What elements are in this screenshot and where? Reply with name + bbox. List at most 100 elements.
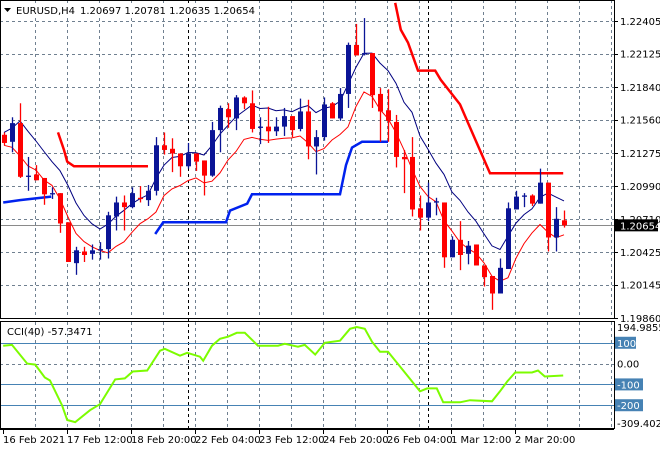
bear-candle[interactable] [18, 103, 23, 178]
candle-body [274, 126, 279, 132]
bear-candle[interactable] [474, 244, 479, 266]
grid [0, 0, 614, 428]
candle-body [458, 239, 463, 255]
bull-candle[interactable] [74, 246, 79, 275]
bull-candle[interactable] [146, 184, 151, 206]
bull-candle[interactable] [450, 236, 455, 258]
bear-candle[interactable] [250, 90, 255, 133]
cci-indicator[interactable] [0, 325, 614, 424]
bear-candle[interactable] [58, 193, 63, 233]
cci-level-label: 0.00 [617, 360, 639, 371]
bull-candle[interactable] [346, 42, 351, 108]
bear-candle[interactable] [290, 116, 295, 138]
bear-candle[interactable] [306, 99, 311, 160]
time-tick-label: 2 Mar 20:00 [515, 435, 575, 446]
bull-candle[interactable] [338, 88, 343, 121]
time-tick-label: 16 Feb 2021 [3, 435, 65, 446]
bear-candle[interactable] [162, 132, 167, 155]
candle-body [34, 174, 39, 181]
bull-candle[interactable] [554, 207, 559, 252]
bear-candle[interactable] [386, 89, 391, 142]
ohlc-label: 1.20697 1.20781 1.20635 1.20654 [80, 6, 255, 17]
bull-candle[interactable] [154, 137, 159, 196]
candle-body [90, 250, 95, 254]
bull-candle[interactable] [466, 240, 471, 265]
bear-candle[interactable] [394, 114, 399, 168]
period-separators [188, 0, 429, 428]
bull-candle[interactable] [362, 18, 367, 56]
bull-candle[interactable] [498, 258, 503, 294]
bear-candle[interactable] [66, 222, 71, 262]
candle-body [146, 190, 151, 201]
price-tick-label: 1.20425 [620, 248, 660, 259]
bear-candle[interactable] [42, 177, 47, 205]
bull-candle[interactable] [506, 202, 511, 269]
cci-level-label: -200 [617, 401, 640, 412]
bull-candle[interactable] [426, 182, 431, 222]
bear-candle[interactable] [458, 221, 463, 271]
bear-candle[interactable] [266, 106, 271, 143]
candle-body [170, 148, 175, 154]
chart-window[interactable]: 1.22405 1.22125 1.21840 1.21560 1.21275 1.209… [0, 0, 660, 450]
candlesticks[interactable] [2, 18, 567, 310]
bear-candle[interactable] [194, 153, 199, 171]
time-tick-label: 22 Feb 04:00 [195, 435, 261, 446]
bull-candle[interactable] [26, 156, 31, 191]
bull-candle[interactable] [186, 142, 191, 169]
candle-body [98, 249, 103, 251]
bull-candle[interactable] [298, 98, 303, 132]
candle-body [258, 126, 263, 128]
bear-candle[interactable] [226, 103, 231, 128]
bull-candle[interactable] [322, 97, 327, 141]
bull-candle[interactable] [234, 95, 239, 131]
bull-candle[interactable] [90, 244, 95, 260]
bear-candle[interactable] [202, 160, 207, 196]
candle-body [498, 267, 503, 294]
candle-body [250, 103, 255, 129]
candle-body [474, 244, 479, 266]
time-tick-label: 26 Feb 04:00 [387, 435, 453, 446]
candle-body [362, 53, 367, 55]
bull-candle[interactable] [218, 105, 223, 153]
candle-body [338, 93, 343, 119]
cci-min-label: -309.4024 [617, 419, 660, 430]
bear-candle[interactable] [82, 246, 87, 262]
bull-candle[interactable] [130, 187, 135, 209]
bull-candle[interactable] [210, 121, 215, 177]
candle-body [266, 126, 271, 132]
cci-axis: 194.9855 -309.4024 100 0.00 -100 -200 [615, 323, 660, 430]
candle-body [514, 196, 519, 210]
bear-candle[interactable] [442, 202, 447, 268]
time-axis[interactable]: 16 Feb 2021 17 Feb 12:0018 Feb 20:0022 Fe… [0, 429, 614, 446]
bear-candle[interactable] [170, 138, 175, 173]
bear-candle[interactable] [354, 23, 359, 56]
bear-candle[interactable] [378, 88, 383, 142]
candle-body [346, 44, 351, 94]
bear-candle[interactable] [410, 137, 415, 217]
price-tick-label: 1.21275 [620, 149, 660, 160]
bear-candle[interactable] [2, 132, 7, 146]
bear-candle[interactable] [242, 96, 247, 110]
cci-level-label: 100 [617, 339, 636, 350]
bear-candle[interactable] [482, 265, 487, 287]
bear-candle[interactable] [530, 194, 535, 206]
candle-body [202, 160, 207, 176]
candle-body [66, 222, 71, 262]
bull-candle[interactable] [514, 190, 519, 210]
candle-body [554, 218, 559, 238]
candle-body [114, 202, 119, 217]
candle-body [178, 153, 183, 167]
bear-candle[interactable] [546, 182, 551, 252]
bull-candle[interactable] [522, 193, 527, 208]
candle-body [410, 156, 415, 210]
current-price-label: 1.20654 [620, 221, 660, 232]
bull-candle[interactable] [314, 130, 319, 175]
bear-candle[interactable] [178, 153, 183, 177]
cci-level-label: -100 [617, 380, 640, 391]
candle-body [58, 193, 63, 224]
bear-candle[interactable] [490, 275, 495, 310]
candle-body [482, 265, 487, 278]
bull-candle[interactable] [282, 107, 287, 136]
bear-candle[interactable] [330, 102, 335, 119]
price-axis[interactable]: 1.22405 1.22125 1.21840 1.21560 1.21275 1.209… [614, 17, 660, 325]
